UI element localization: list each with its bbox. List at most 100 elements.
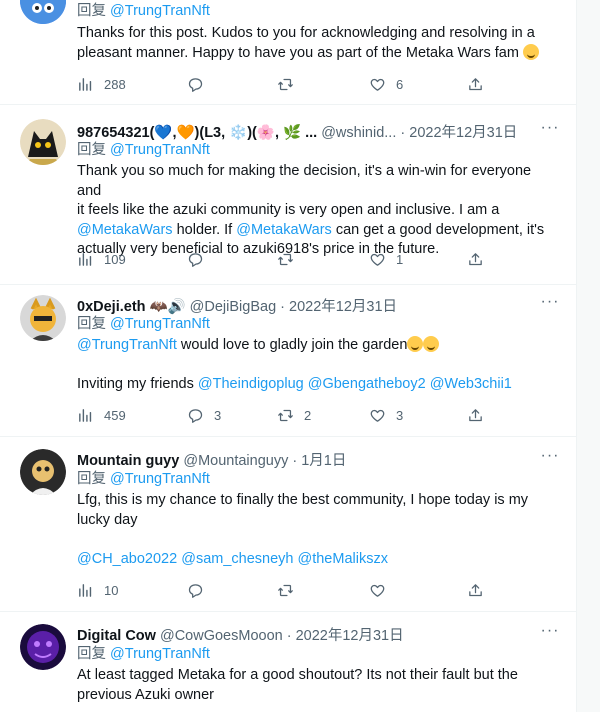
avatar-image — [20, 119, 66, 165]
like-button[interactable] — [369, 580, 396, 600]
display-name[interactable]: 0xDeji.eth — [77, 299, 146, 315]
mention-link[interactable]: @TrungTranNft — [110, 142, 210, 158]
smiling-emoji-icon — [407, 336, 424, 352]
tweet-text: Thanks for this post. Kudos to you for a… — [77, 24, 548, 63]
mention-link[interactable]: @Theindigoplug — [198, 376, 304, 392]
views-button[interactable]: 288 — [77, 74, 126, 94]
tweet[interactable]: 回复 @TrungTranNft Thanks for this post. K… — [0, 0, 576, 105]
avatar[interactable] — [20, 624, 66, 670]
badge-icons: 🦇🔊 — [149, 299, 186, 315]
tweet-feed: 回复 @TrungTranNft Thanks for this post. K… — [0, 0, 577, 712]
views-button[interactable]: 459 — [77, 405, 126, 425]
like-icon — [369, 251, 386, 268]
reply-button[interactable] — [187, 580, 214, 600]
tweet-date[interactable]: · 2022年12月31日 — [280, 299, 397, 315]
retweet-button[interactable]: 2 — [277, 405, 311, 425]
share-icon — [467, 582, 484, 599]
share-button[interactable] — [467, 580, 484, 600]
user-handle[interactable]: @Mountainguyy — [183, 453, 288, 469]
mention-link[interactable]: @TrungTranNft — [110, 316, 210, 332]
retweet-icon — [277, 76, 294, 93]
tweet-actions: 288 6 — [77, 74, 497, 94]
mention-link[interactable]: @TrungTranNft — [77, 337, 177, 353]
tweet-text: Thank you so much for making the decisio… — [77, 163, 545, 257]
tweet-text: At least tagged Metaka for a good shouto… — [77, 667, 518, 703]
retweet-icon — [277, 251, 294, 268]
retweet-button[interactable] — [277, 580, 304, 600]
tweet[interactable]: Mountain guyy @Mountainguyy · 1月1日 ··· 回… — [0, 437, 576, 612]
tweet-header: 0xDeji.eth 🦇🔊 @DejiBigBag · 2022年12月31日 — [77, 295, 556, 315]
avatar-image — [20, 449, 66, 495]
like-button[interactable]: 1 — [369, 249, 403, 269]
reply-button[interactable]: 3 — [187, 405, 221, 425]
avatar-image — [20, 295, 66, 341]
tweet-actions: 10 — [77, 580, 497, 600]
tweet-text: Lfg, this is my chance to finally the be… — [77, 492, 529, 567]
tweet[interactable]: Digital Cow @CowGoesMooon · 2022年12月31日 … — [0, 612, 576, 712]
grinning-emoji-icon — [522, 43, 539, 60]
user-handle[interactable]: @CowGoesMooon — [160, 628, 283, 644]
display-name[interactable]: Mountain guyy — [77, 453, 179, 469]
tweet[interactable]: 0xDeji.eth 🦇🔊 @DejiBigBag · 2022年12月31日 … — [0, 285, 576, 437]
reply-button[interactable] — [187, 74, 214, 94]
more-icon[interactable]: ··· — [540, 120, 560, 139]
avatar[interactable] — [20, 119, 66, 165]
views-button[interactable]: 10 — [77, 580, 118, 600]
tweet-date[interactable]: · 2022年12月31日 — [287, 628, 404, 644]
tweet-text: @TrungTranNft would love to gladly join … — [77, 336, 512, 392]
share-icon — [467, 76, 484, 93]
more-icon[interactable]: ··· — [540, 623, 560, 642]
mention-link[interactable]: @Gbengatheboy2 — [308, 376, 426, 392]
tweet-actions: 109 1 — [77, 249, 497, 269]
views-icon — [77, 251, 94, 268]
avatar[interactable] — [20, 449, 66, 495]
like-icon — [369, 76, 386, 93]
display-name[interactable]: 987654321(💙,🧡)(L3, ❄️)(🌸, 🌿 ... — [77, 125, 317, 141]
retweet-button[interactable] — [277, 74, 304, 94]
share-button[interactable] — [467, 74, 484, 94]
mention-link[interactable]: @Web3chii1 — [430, 376, 512, 392]
mention-link[interactable]: @TrungTranNft — [110, 646, 210, 662]
mention-link[interactable]: @TrungTranNft — [110, 3, 210, 19]
user-handle[interactable]: @wshinid... — [321, 125, 396, 141]
display-name[interactable]: Digital Cow — [77, 628, 156, 644]
reply-context: 回复 @TrungTranNft — [77, 646, 210, 662]
like-icon — [369, 407, 386, 424]
like-button[interactable]: 6 — [369, 74, 403, 94]
reply-icon — [187, 76, 204, 93]
tweet[interactable]: 987654321(💙,🧡)(L3, ❄️)(🌸, 🌿 ... @wshinid… — [0, 105, 576, 285]
tweet-header: 987654321(💙,🧡)(L3, ❄️)(🌸, 🌿 ... @wshinid… — [77, 121, 556, 141]
retweet-icon — [277, 582, 294, 599]
reply-context: 回复 @TrungTranNft — [77, 142, 210, 158]
mention-link[interactable]: @MetakaWars — [236, 222, 332, 238]
like-button[interactable]: 3 — [369, 405, 403, 425]
views-icon — [77, 582, 94, 599]
mention-link[interactable]: @MetakaWars — [77, 222, 173, 238]
avatar-image — [20, 624, 66, 670]
tweet-date[interactable]: · 1月1日 — [292, 453, 346, 469]
share-button[interactable] — [467, 249, 484, 269]
mention-link[interactable]: @sam_chesneyh — [181, 551, 293, 567]
share-button[interactable] — [467, 405, 484, 425]
views-button[interactable]: 109 — [77, 249, 126, 269]
avatar-image — [20, 0, 66, 24]
avatar[interactable] — [20, 295, 66, 341]
views-icon — [77, 76, 94, 93]
reply-context: 回复 @TrungTranNft — [77, 3, 210, 19]
more-icon[interactable]: ··· — [540, 294, 560, 313]
reply-context: 回复 @TrungTranNft — [77, 316, 210, 332]
mention-link[interactable]: @CH_abo2022 — [77, 551, 177, 567]
reply-button[interactable] — [187, 249, 214, 269]
tweet-date[interactable]: · 2022年12月31日 — [400, 125, 517, 141]
avatar[interactable] — [20, 0, 66, 24]
mention-link[interactable]: @TrungTranNft — [110, 471, 210, 487]
smiling-emoji-icon — [423, 336, 440, 352]
more-icon[interactable]: ··· — [540, 448, 560, 467]
like-icon — [369, 582, 386, 599]
retweet-icon — [277, 407, 294, 424]
retweet-button[interactable] — [277, 249, 304, 269]
user-handle[interactable]: @DejiBigBag — [190, 299, 276, 315]
reply-context: 回复 @TrungTranNft — [77, 471, 210, 487]
mention-link[interactable]: @theMalikszx — [298, 551, 388, 567]
tweet-header: Digital Cow @CowGoesMooon · 2022年12月31日 — [77, 624, 556, 644]
